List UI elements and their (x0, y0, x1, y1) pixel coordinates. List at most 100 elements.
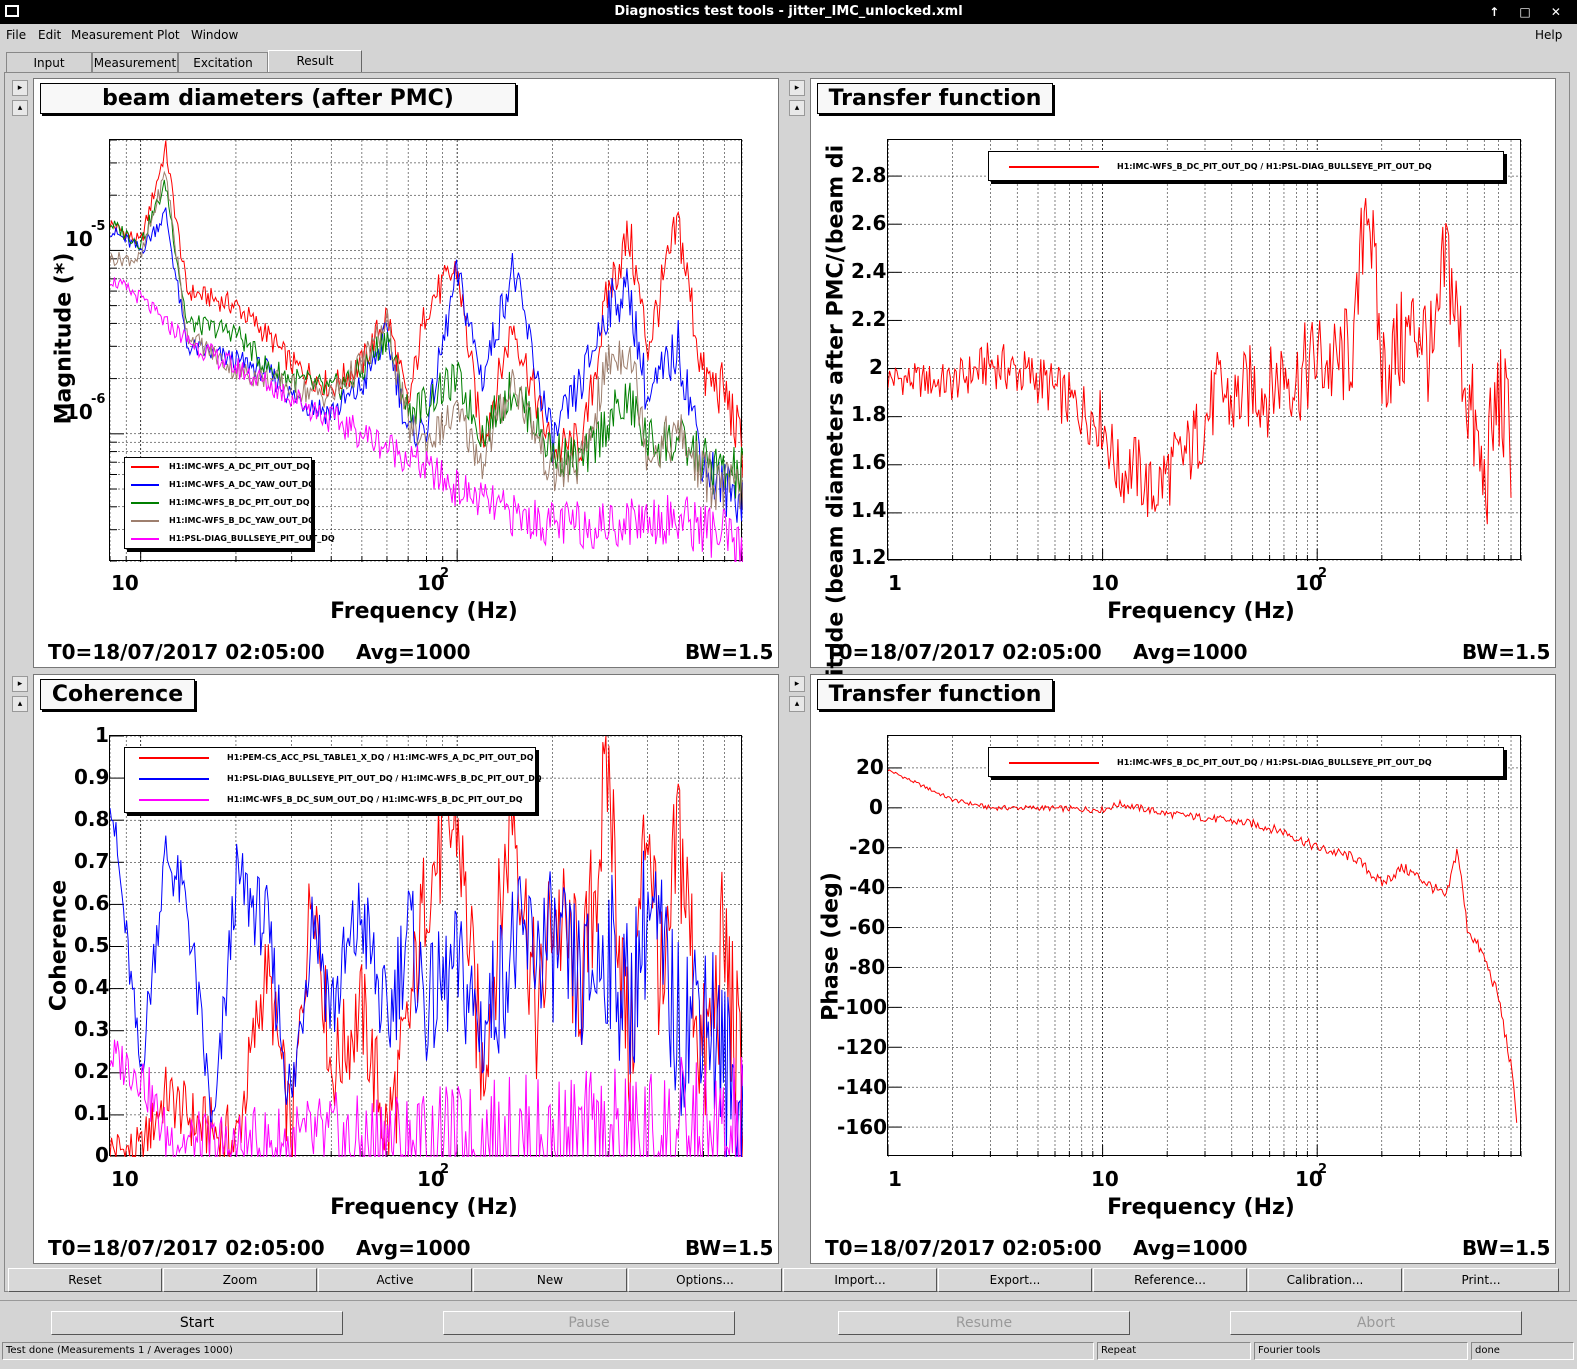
legend-entry: H1:IMC-WFS_B_DC_PIT_OUT_DQ (169, 498, 310, 507)
print-button[interactable]: Print... (1403, 1268, 1559, 1292)
plot-title: Transfer function (817, 679, 1053, 710)
window-controls[interactable]: ↑ □ ✕ (1489, 0, 1569, 24)
y-tick-label: -60 (849, 915, 886, 939)
abort-button[interactable]: Abort (1230, 1311, 1522, 1335)
legend-swatch (131, 484, 159, 486)
footer-avg: Avg=1000 (1133, 1236, 1248, 1260)
y-tick-label: 1.2 (851, 545, 887, 569)
resume-button[interactable]: Resume (838, 1311, 1130, 1335)
panel-transfer-magnitude[interactable]: Transfer function Magnitude (beam diamet… (810, 78, 1556, 744)
series-line (888, 769, 1518, 1123)
legend-entry: H1:PSL-DIAG_BULLSEYE_PIT_OUT_DQ / H1:IMC… (227, 774, 542, 783)
y-tick-label: 2.2 (851, 307, 887, 331)
plot-title: Coherence (40, 679, 195, 710)
y-tick-label: 0.5 (74, 933, 110, 957)
status-state: done (1471, 1342, 1574, 1360)
panel-tr-expand-icon[interactable]: ▸ (789, 80, 805, 96)
panel-beam-diameters[interactable]: beam diameters (after PMC) Magnitude (*)… (33, 78, 779, 668)
panel-tl-expand-icon[interactable]: ▸ (12, 80, 28, 96)
options-button[interactable]: Options... (628, 1268, 782, 1292)
status-bar: Test done (Measurements 1 / Averages 100… (0, 1340, 1577, 1369)
footer-t0: T0=18/07/2017 02:05:00 (825, 640, 1102, 664)
legend-entry: H1:PSL-DIAG_BULLSEYE_PIT_OUT_DQ (169, 534, 335, 543)
y-tick-label: -160 (837, 1115, 888, 1139)
status-fourier: Fourier tools (1254, 1342, 1468, 1360)
tab-excitation[interactable]: Excitation (178, 52, 268, 72)
legend-swatch (131, 538, 159, 540)
reset-button[interactable]: Reset (8, 1268, 162, 1292)
pause-button[interactable]: Pause (443, 1311, 735, 1335)
y-tick-label: 0 (95, 1143, 109, 1167)
x-tick-label: 10 (1091, 571, 1119, 595)
menu-help[interactable]: Help (1535, 24, 1562, 46)
y-tick-label: -140 (837, 1075, 888, 1099)
y-tick-label: 2.6 (851, 211, 887, 235)
y-tick-label: 20 (856, 755, 884, 779)
panel-tl-collapse-icon[interactable]: ▴ (12, 100, 28, 116)
window-menu-icon[interactable] (5, 5, 19, 17)
y-tick-label: 0.1 (74, 1101, 110, 1125)
legend-entry: H1:IMC-WFS_A_DC_PIT_OUT_DQ (169, 462, 310, 471)
menu-window[interactable]: Window (191, 24, 238, 46)
y-tick-label: 0.9 (74, 765, 110, 789)
x-axis-label: Frequency (Hz) (330, 599, 518, 624)
plot-area[interactable] (887, 139, 1522, 561)
y-axis-label: Magnitude (*) (51, 252, 77, 425)
menu-plot[interactable]: Plot (157, 24, 180, 46)
x-axis-label: Frequency (Hz) (1107, 1195, 1295, 1220)
footer-avg: Avg=1000 (1133, 640, 1248, 664)
start-button[interactable]: Start (51, 1311, 343, 1335)
calibration-button[interactable]: Calibration... (1248, 1268, 1402, 1292)
y-tick-label: 0.8 (74, 807, 110, 831)
active-button[interactable]: Active (318, 1268, 472, 1292)
measurement-control-row: Start Pause Resume Abort (0, 1300, 1577, 1340)
menu-edit[interactable]: Edit (38, 24, 61, 46)
series-line (110, 179, 743, 499)
new-button[interactable]: New (473, 1268, 627, 1292)
legend[interactable]: H1:IMC-WFS_B_DC_PIT_OUT_DQ / H1:PSL-DIAG… (988, 151, 1504, 181)
reference-button[interactable]: Reference... (1093, 1268, 1247, 1292)
legend-entry: H1:IMC-WFS_A_DC_YAW_OUT_DQ (169, 480, 316, 489)
legend[interactable]: H1:IMC-WFS_B_DC_PIT_OUT_DQ / H1:PSL-DIAG… (988, 747, 1504, 777)
legend[interactable]: H1:PEM-CS_ACC_PSL_TABLE1_X_DQ / H1:IMC-W… (124, 747, 542, 813)
x-tick-label: 1 (888, 571, 902, 595)
panel-coherence[interactable]: Coherence Coherence 1 0.9 0.8 0.7 0.6 0.… (33, 674, 779, 1264)
menu-measurement[interactable]: Measurement (71, 24, 153, 46)
tab-result[interactable]: Result (268, 50, 362, 72)
panel-br-expand-icon[interactable]: ▸ (789, 676, 805, 692)
legend-swatch (131, 520, 159, 522)
y-tick-label: 2 (869, 355, 883, 379)
tab-measurement[interactable]: Measurement (92, 52, 178, 72)
panel-bl-expand-icon[interactable]: ▸ (12, 676, 28, 692)
y-tick-label: 2.4 (851, 259, 887, 283)
footer-bw: BW=1.5 (685, 1236, 774, 1260)
panel-tr-collapse-icon[interactable]: ▴ (789, 100, 805, 116)
plot-area[interactable] (887, 735, 1522, 1157)
export-button[interactable]: Export... (938, 1268, 1092, 1292)
chart-svg (888, 736, 1522, 1157)
y-tick-label: -100 (837, 995, 888, 1019)
legend-swatch (139, 799, 209, 801)
import-button[interactable]: Import... (783, 1268, 937, 1292)
x-tick-label: 2 (440, 566, 450, 581)
footer-bw: BW=1.5 (685, 640, 774, 664)
legend-entry: H1:IMC-WFS_B_DC_PIT_OUT_DQ / H1:PSL-DIAG… (1117, 758, 1432, 767)
tab-input[interactable]: Input (6, 52, 92, 72)
y-tick-label: 0 (869, 795, 883, 819)
y-tick-label: 1 (95, 723, 109, 747)
footer-t0: T0=18/07/2017 02:05:00 (48, 640, 325, 664)
footer-bw: BW=1.5 (1462, 640, 1551, 664)
x-tick-label: 10 (111, 571, 139, 595)
y-tick-label: 1.8 (851, 402, 887, 426)
panel-transfer-phase[interactable]: Transfer function Phase (deg) 20 0 -20 -… (810, 674, 1556, 1264)
zoom-button[interactable]: Zoom (163, 1268, 317, 1292)
footer-avg: Avg=1000 (356, 1236, 471, 1260)
window-titlebar: Diagnostics test tools - jitter_IMC_unlo… (0, 0, 1577, 24)
y-tick-label: 0.2 (74, 1059, 110, 1083)
series-line (888, 198, 1512, 525)
panel-br-collapse-icon[interactable]: ▴ (789, 696, 805, 712)
y-tick-label: 10 (65, 400, 93, 424)
menu-file[interactable]: File (6, 24, 26, 46)
legend[interactable]: H1:IMC-WFS_A_DC_PIT_OUT_DQ H1:IMC-WFS_A_… (124, 457, 335, 549)
panel-bl-collapse-icon[interactable]: ▴ (12, 696, 28, 712)
